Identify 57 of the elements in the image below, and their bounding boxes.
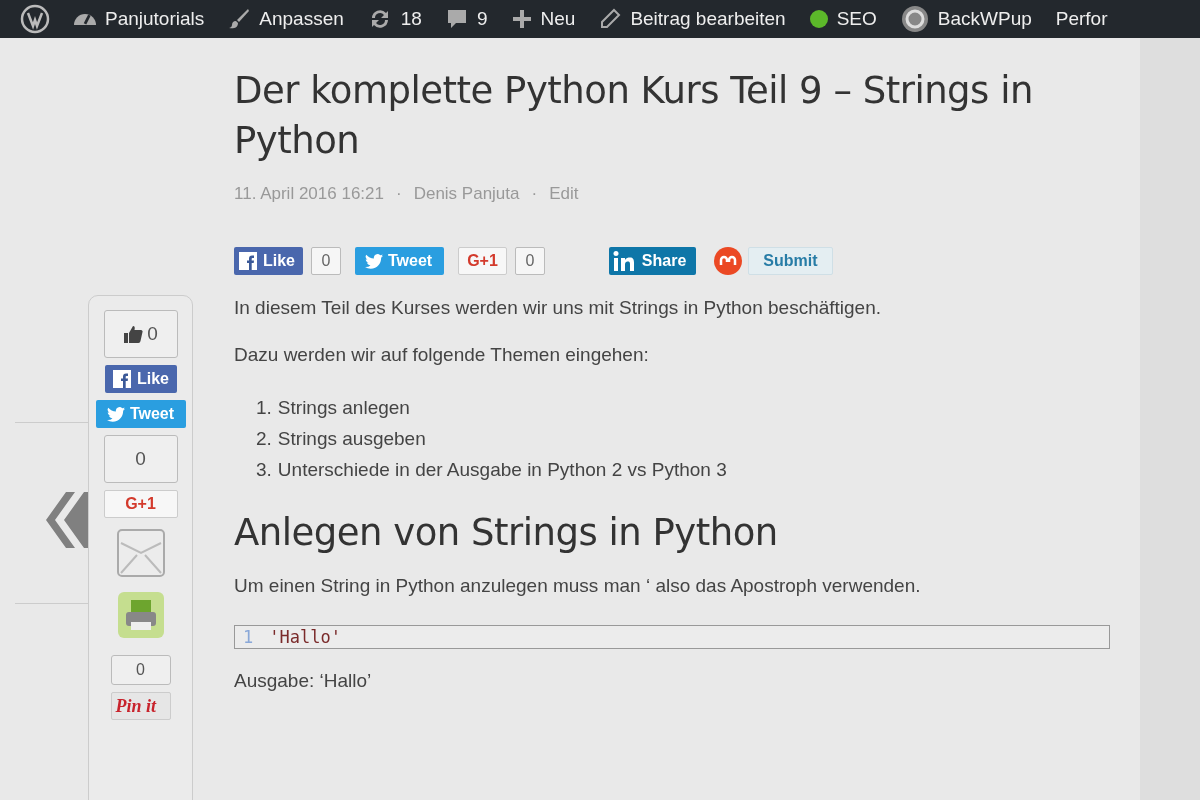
previous-arrow-icon[interactable] [44,490,88,550]
paragraph: Um einen String in Python anzulegen muss man ‘ also das Apostroph verwenden. [234,574,922,598]
toolbar-label[interactable]: Anpassen [259,8,344,30]
separator-dot: · [531,184,538,204]
section-heading: Anlegen von Strings in Python [234,511,779,554]
paragraph: Dazu werden wir auf folgende Themen eingehen: [234,343,650,367]
linkedin-icon [612,250,637,272]
like-button[interactable]: Like [234,247,303,275]
like-button[interactable]: Like [104,365,177,393]
plus-one-button[interactable]: G+1 [458,247,507,275]
list-item: Strings anlegen [277,396,410,420]
code-text: 'Hallo' [269,627,341,647]
toolbar-label[interactable]: SEO [836,8,877,30]
line-number: 1 [243,627,254,647]
pencil-icon [599,8,622,30]
gauge-icon [74,13,96,25]
stumbleupon-icon [714,247,743,275]
toolbar-label[interactable]: 18 [400,8,422,30]
printer-icon[interactable] [117,592,164,638]
envelope-icon[interactable] [116,529,165,577]
list-number: 3. [256,458,272,482]
paragraph: Ausgabe: ‘Hallo’ [234,669,373,693]
share-button[interactable]: Share [608,247,697,275]
list-number: 2. [256,427,272,451]
plus-icon [511,9,532,29]
post-title: Der komplette Python Kurs Teil 9 – Strings in Python [234,68,1034,164]
plus-one-button[interactable]: G+1 [103,490,178,518]
tweet-button[interactable]: Tweet [95,400,186,428]
submit-button[interactable]: Submit [748,247,833,275]
toolbar-label[interactable]: 9 [476,8,488,30]
like-count: 0 [103,310,178,358]
wordpress-logo-icon[interactable] [20,4,50,34]
brush-icon [228,8,251,30]
list-item: Unterschiede in der Ausgabe in Python 2 vs Python 3 [277,458,727,482]
bird-icon [106,406,125,422]
pin-it-button[interactable]: Pin it [110,692,171,720]
list-number: 1. [256,396,272,420]
circle-logo-icon [900,5,929,33]
plus-one-count: 0 [514,247,545,275]
toolbar-label[interactable]: Beitrag bearbeiten [630,8,786,30]
thumbs-up-icon [123,325,144,343]
separator-dot: · [396,184,402,204]
bird-icon [365,253,383,269]
toolbar-label[interactable]: Neu [540,8,576,30]
facebook-icon [238,251,258,271]
like-count: 0 [311,247,341,275]
post-date: 11. April 2016 16:21 [234,184,384,204]
comment-icon [445,8,468,30]
facebook-icon [112,369,132,389]
toolbar-label[interactable]: BackWPup [937,8,1032,30]
list-item: Strings ausgeben [277,427,426,451]
paragraph: In diesem Teil des Kurses werden wir uns mit Strings in Python beschäftigen. [234,296,883,320]
share-count: 0 [110,655,171,685]
tweet-button[interactable]: Tweet [355,247,445,275]
toolbar-label[interactable]: Perfor [1055,8,1108,30]
toolbar-label[interactable]: Panjutorials [105,8,205,30]
share-count: 0 [103,435,178,483]
